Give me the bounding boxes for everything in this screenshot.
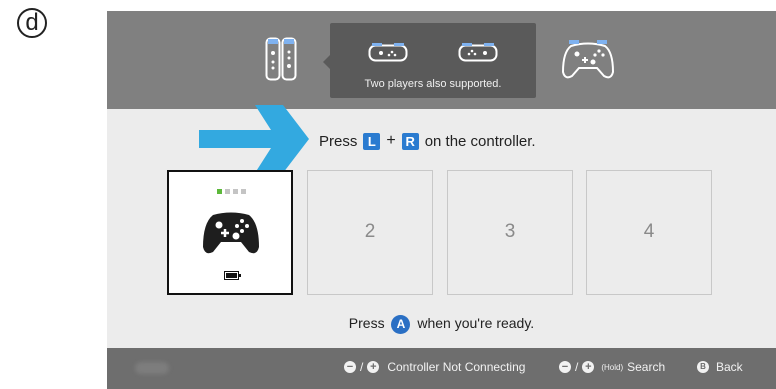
hold-label: (Hold) <box>601 362 624 372</box>
instruction-prefix: Press <box>319 132 358 150</box>
arrow-icon <box>199 105 309 173</box>
battery-icon <box>224 271 241 280</box>
footer-bar: − / + Controller Not Connecting − / + (H… <box>107 348 776 389</box>
player-led <box>241 189 246 194</box>
minus-button-icon: − <box>344 361 356 373</box>
slot-number: 4 <box>643 221 655 242</box>
plus-button-icon: + <box>582 361 595 373</box>
blurred-icon <box>135 362 169 374</box>
popup-text: Two players also supported. <box>364 78 502 90</box>
pro-controller-icon[interactable] <box>561 36 615 82</box>
back-label: Back <box>716 360 743 374</box>
player-led <box>217 189 222 194</box>
ready-suffix: when you're ready. <box>417 315 535 332</box>
back-button[interactable]: B Back <box>697 360 743 374</box>
instruction-plus: + <box>386 132 396 149</box>
minus-button-icon: − <box>559 361 571 373</box>
player-led-indicator <box>217 189 246 194</box>
controller-not-connecting-label: Controller Not Connecting <box>387 360 526 374</box>
player-slot-4[interactable]: 4 <box>586 170 712 295</box>
r-button-icon: R <box>401 132 419 150</box>
joycon-pair-icon[interactable] <box>265 37 297 81</box>
b-button-icon: B <box>697 361 709 373</box>
slot-number: 2 <box>364 221 376 242</box>
player-slot-2[interactable]: 2 <box>307 170 433 295</box>
joycon-sideways-icon[interactable] <box>458 41 498 63</box>
instruction-suffix: on the controller. <box>424 132 536 150</box>
controller-not-connecting-button[interactable]: − / + Controller Not Connecting <box>344 360 525 374</box>
two-player-popup: Two players also supported. <box>323 23 536 98</box>
pairing-instruction: Press L + R on the controller. <box>319 132 536 150</box>
popup-caret <box>323 55 330 69</box>
joycon-sideways-icon[interactable] <box>368 41 408 63</box>
ready-instruction: Press A when you're ready. <box>107 315 776 334</box>
player-slot-3[interactable]: 3 <box>447 170 573 295</box>
controller-pairing-screen: Two players also supported. Press L + R … <box>107 11 776 389</box>
search-label: Search <box>627 360 666 374</box>
search-button[interactable]: − / + (Hold) Search <box>559 360 665 374</box>
ready-prefix: Press <box>348 315 385 332</box>
controller-style-bar: Two players also supported. <box>107 11 776 109</box>
player-slot-1[interactable] <box>167 170 293 295</box>
pro-controller-icon <box>203 212 259 254</box>
separator: / <box>575 360 579 374</box>
plus-button-icon: + <box>367 361 380 373</box>
separator: / <box>360 360 364 374</box>
slot-number: 3 <box>504 221 516 242</box>
a-button-icon: A <box>391 315 411 334</box>
player-led <box>233 189 238 194</box>
player-led <box>225 189 230 194</box>
l-button-icon: L <box>363 132 381 150</box>
panel-label: d <box>17 8 47 38</box>
